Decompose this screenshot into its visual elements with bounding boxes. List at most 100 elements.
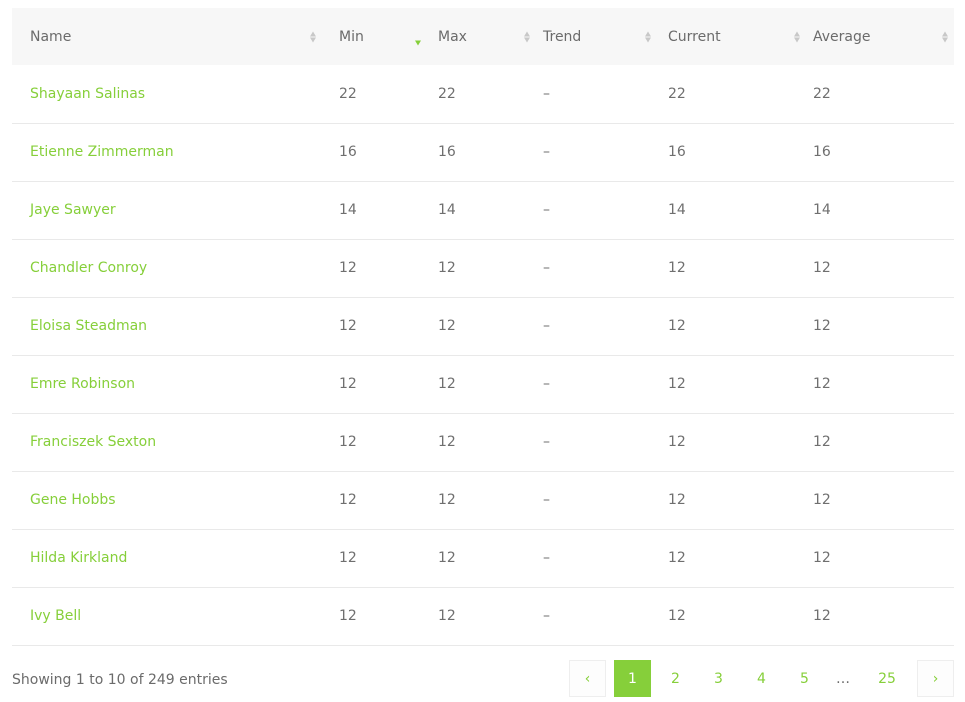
sort-icon	[645, 31, 651, 42]
cell-trend: –	[543, 260, 550, 276]
name-link[interactable]: Jaye Sawyer	[30, 202, 116, 218]
cell-current: 12	[668, 492, 686, 508]
cell-average: 12	[813, 434, 831, 450]
cell-trend: –	[543, 376, 550, 392]
cell-average: 12	[813, 318, 831, 334]
sort-icon	[310, 31, 316, 42]
cell-min: 12	[339, 608, 357, 624]
cell-name: Jaye Sawyer	[12, 181, 322, 239]
column-header-average[interactable]: Average	[806, 8, 954, 65]
cell-current: 12	[668, 318, 686, 334]
cell-trend: –	[543, 434, 550, 450]
name-link[interactable]: Franciszek Sexton	[30, 434, 156, 450]
cell-name: Eloisa Steadman	[12, 297, 322, 355]
page-button-2[interactable]: 2	[657, 660, 694, 697]
cell-max: 22	[438, 85, 456, 102]
name-link[interactable]: Chandler Conroy	[30, 260, 147, 276]
sort-icon	[942, 31, 948, 42]
table-body: Shayaan Salinas 22 22 – 22 22 Etienne Zimmerma…	[12, 65, 954, 645]
cell-average: 12	[813, 492, 831, 508]
cell-trend: –	[543, 85, 550, 102]
name-link[interactable]: Shayaan Salinas	[30, 86, 145, 102]
entries-info: Showing 1 to 10 of 249 entries	[12, 672, 228, 688]
table-row: Shayaan Salinas 22 22 – 22 22	[12, 65, 954, 123]
page-button-25[interactable]: 25	[863, 660, 911, 697]
cell-name: Hilda Kirkland	[12, 529, 322, 587]
column-header-label: Trend	[543, 28, 582, 45]
table-row: Ivy Bell 12 12 – 12 12	[12, 587, 954, 645]
cell-min: 14	[339, 202, 357, 218]
data-table: Name Min Max Trend Current Average Shaya…	[12, 8, 954, 646]
cell-trend: –	[543, 202, 550, 218]
table-row: Jaye Sawyer 14 14 – 14 14	[12, 181, 954, 239]
column-header-max[interactable]: Max	[431, 8, 536, 65]
page-button-4[interactable]: 4	[743, 660, 780, 697]
cell-name: Gene Hobbs	[12, 471, 322, 529]
cell-current: 22	[668, 85, 686, 102]
column-header-name[interactable]: Name	[12, 8, 322, 65]
cell-min: 16	[339, 144, 357, 160]
cell-min: 12	[339, 550, 357, 566]
cell-name: Chandler Conroy	[12, 239, 322, 297]
cell-max: 12	[438, 550, 456, 566]
cell-average: 14	[813, 202, 831, 218]
name-link[interactable]: Eloisa Steadman	[30, 318, 147, 334]
cell-trend: –	[543, 492, 550, 508]
cell-trend: –	[543, 550, 550, 566]
column-header-min[interactable]: Min	[322, 8, 431, 65]
cell-min: 12	[339, 376, 357, 392]
table-row: Gene Hobbs 12 12 – 12 12	[12, 471, 954, 529]
chevron-left-icon: ‹	[584, 670, 591, 687]
cell-min: 12	[339, 434, 357, 450]
sort-desc-icon	[415, 34, 421, 45]
cell-current: 12	[668, 434, 686, 450]
sort-icon	[524, 31, 530, 42]
column-header-current[interactable]: Current	[661, 8, 806, 65]
page-button-1[interactable]: 1	[614, 660, 651, 697]
cell-min: 12	[339, 260, 357, 276]
page-button-5[interactable]: 5	[786, 660, 823, 697]
cell-average: 12	[813, 608, 831, 624]
cell-min: 22	[339, 85, 357, 102]
column-header-label: Name	[30, 28, 72, 45]
name-link[interactable]: Etienne Zimmerman	[30, 144, 174, 160]
column-header-label: Min	[339, 28, 364, 45]
cell-max: 12	[438, 608, 456, 624]
cell-average: 12	[813, 260, 831, 276]
cell-average: 12	[813, 376, 831, 392]
cell-min: 12	[339, 492, 357, 508]
pagination: ‹ 1 2 3 4 5 … 25 ›	[563, 660, 954, 697]
cell-average: 22	[813, 85, 831, 102]
cell-trend: –	[543, 318, 550, 334]
table-row: Franciszek Sexton 12 12 – 12 12	[12, 413, 954, 471]
page-button-3[interactable]: 3	[700, 660, 737, 697]
name-link[interactable]: Ivy Bell	[30, 608, 81, 624]
cell-max: 12	[438, 434, 456, 450]
table-row: Hilda Kirkland 12 12 – 12 12	[12, 529, 954, 587]
next-page-button[interactable]: ›	[917, 660, 954, 697]
cell-max: 12	[438, 492, 456, 508]
prev-page-button[interactable]: ‹	[569, 660, 606, 697]
cell-max: 16	[438, 144, 456, 160]
name-link[interactable]: Emre Robinson	[30, 376, 135, 392]
column-header-trend[interactable]: Trend	[536, 8, 661, 65]
cell-current: 12	[668, 376, 686, 392]
cell-max: 12	[438, 376, 456, 392]
cell-name: Emre Robinson	[12, 355, 322, 413]
chevron-right-icon: ›	[932, 670, 939, 687]
cell-name: Franciszek Sexton	[12, 413, 322, 471]
name-link[interactable]: Gene Hobbs	[30, 492, 116, 508]
table-row: Etienne Zimmerman 16 16 – 16 16	[12, 123, 954, 181]
cell-name: Ivy Bell	[12, 587, 322, 645]
sort-icon	[794, 31, 800, 42]
cell-max: 12	[438, 318, 456, 334]
data-table-container: Name Min Max Trend Current Average Shaya…	[12, 8, 954, 646]
cell-min: 12	[339, 318, 357, 334]
cell-current: 16	[668, 144, 686, 160]
name-link[interactable]: Hilda Kirkland	[30, 550, 127, 566]
cell-max: 14	[438, 202, 456, 218]
cell-current: 12	[668, 260, 686, 276]
cell-name: Etienne Zimmerman	[12, 123, 322, 181]
cell-max: 12	[438, 260, 456, 276]
pagination-ellipsis: …	[836, 670, 850, 687]
